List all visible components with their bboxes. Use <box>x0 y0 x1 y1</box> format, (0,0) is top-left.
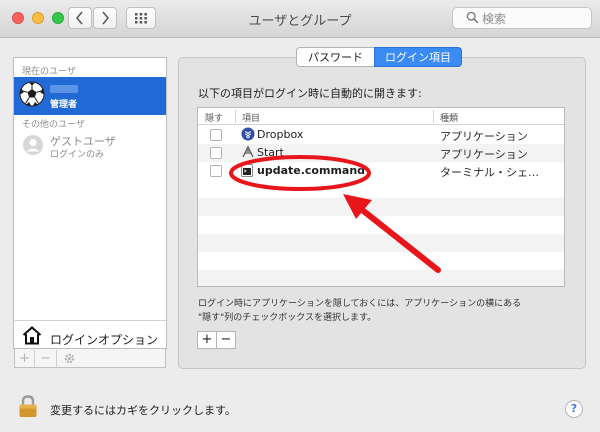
zoom-window-button[interactable] <box>52 12 64 24</box>
guest-avatar-icon <box>23 135 43 155</box>
search-icon <box>466 11 479 24</box>
add-login-item-button[interactable]: + <box>197 331 217 349</box>
terminal-icon <box>241 164 253 177</box>
section-current-users: 現在のユーザ <box>22 67 76 77</box>
remove-user-button[interactable]: − <box>40 351 51 366</box>
hide-checkbox[interactable] <box>210 129 222 141</box>
login-item-name: Dropbox <box>257 128 304 141</box>
column-header-hide[interactable]: 隠す <box>205 111 223 124</box>
hide-checkbox[interactable] <box>210 165 222 177</box>
sidebar-divider <box>14 320 166 321</box>
login-item-kind: アプリケーション <box>440 130 528 143</box>
hide-instruction-text: ログイン時にアプリケーションを隠しておくには、アプリケーションの横にある <box>198 299 522 309</box>
toolbar-separator <box>34 350 35 367</box>
close-window-button[interactable] <box>12 12 24 24</box>
login-item-name: Start <box>257 146 284 159</box>
login-items-heading: 以下の項目がログイン時に自動的に開きます: <box>198 87 422 100</box>
soccer-ball-icon <box>19 81 45 107</box>
help-button[interactable]: ? <box>565 400 583 418</box>
tab-login-items[interactable]: ログイン項目 <box>374 47 462 67</box>
remove-login-item-button[interactable]: − <box>216 331 236 349</box>
window-title: ユーザとグループ <box>248 14 352 29</box>
table-empty-row <box>198 198 564 216</box>
login-item-kind: ターミナル・シェ… <box>440 166 539 179</box>
minimize-window-button[interactable] <box>32 12 44 24</box>
login-options-label: ログインオプション <box>50 333 159 347</box>
lock-icon[interactable] <box>17 394 39 418</box>
chevron-right-icon <box>102 11 110 25</box>
dropbox-icon <box>241 127 255 141</box>
column-separator <box>235 110 236 123</box>
table-empty-row <box>198 216 564 234</box>
grid-icon <box>135 13 147 24</box>
login-item-kind: アプリケーション <box>440 148 528 161</box>
add-user-button[interactable]: + <box>19 351 30 366</box>
forward-button[interactable] <box>93 7 117 29</box>
current-user-role: 管理者 <box>50 100 78 110</box>
hide-checkbox[interactable] <box>210 147 222 159</box>
search-placeholder: 検索 <box>482 12 507 26</box>
gear-icon[interactable] <box>63 352 76 365</box>
table-empty-row <box>198 180 564 198</box>
table-empty-row <box>198 270 564 286</box>
chevron-left-icon <box>75 11 83 25</box>
house-icon <box>22 326 42 345</box>
table-empty-row <box>198 234 564 252</box>
column-header-item[interactable]: 項目 <box>242 111 260 124</box>
column-header-kind[interactable]: 種類 <box>440 111 458 124</box>
start-app-icon <box>242 145 254 158</box>
current-user-name-redacted <box>50 85 78 93</box>
show-all-button[interactable] <box>126 7 156 29</box>
tab-password[interactable]: パスワード <box>296 47 374 67</box>
table-empty-row <box>198 252 564 270</box>
column-separator <box>433 110 434 123</box>
lock-instruction-text: 変更するにはカギをクリックします。 <box>50 404 236 417</box>
back-button[interactable] <box>68 7 92 29</box>
login-item-name: update.command <box>257 164 366 177</box>
toolbar-separator <box>56 350 57 367</box>
sidebar-toolbar <box>14 349 166 368</box>
hide-instruction-text: "隠す"列のチェックボックスを選択します。 <box>198 313 377 323</box>
guest-user-subtitle: ログインのみ <box>50 150 105 160</box>
